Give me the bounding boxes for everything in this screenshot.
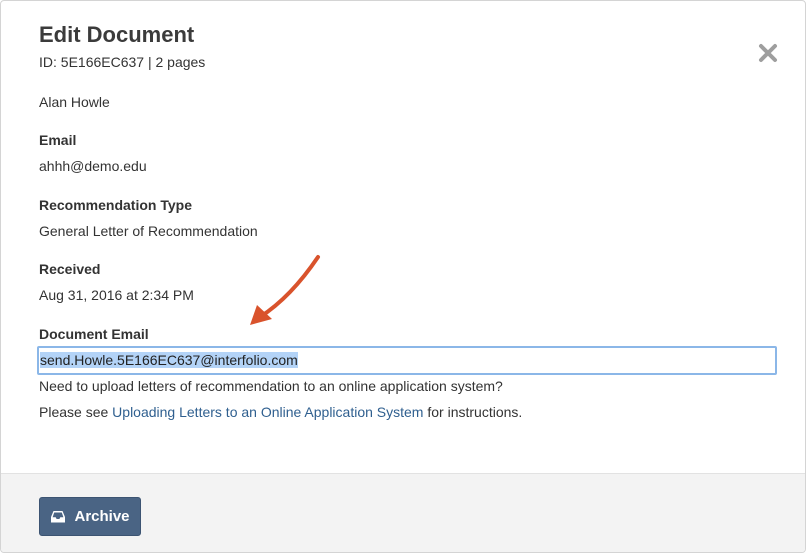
inbox-icon [50,510,66,524]
document-meta: ID: 5E166EC637 | 2 pages [39,54,206,70]
red-arrow-annotation [250,255,320,325]
uploading-letters-link[interactable]: Uploading Letters to an Online Applicati… [112,404,423,420]
received-value: Aug 31, 2016 at 2:34 PM [39,287,194,303]
close-button[interactable] [758,43,778,63]
modal-title: Edit Document [39,22,195,47]
modal-footer: Archive [1,473,805,552]
archive-button[interactable]: Archive [39,497,141,536]
recommendation-type-label: Recommendation Type [39,197,192,213]
help-question: Need to upload letters of recommendation… [39,378,503,394]
help-please-see: Please see [39,404,113,420]
recommendation-type-value: General Letter of Recommendation [39,223,258,239]
document-email-field[interactable]: send.Howle.5E166EC637@interfolio.com [37,346,777,375]
help-instructions: Please see Uploading Letters to an Onlin… [39,403,522,421]
email-label: Email [39,132,77,148]
edit-document-modal: Edit Document ID: 5E166EC637 | 2 pages A… [0,0,806,553]
document-email-label: Document Email [39,326,149,342]
recommender-name: Alan Howle [39,94,110,110]
document-email-value: send.Howle.5E166EC637@interfolio.com [40,352,298,368]
archive-button-label: Archive [74,508,130,525]
close-icon [759,44,777,62]
email-value: ahhh@demo.edu [39,158,147,174]
help-suffix: for instructions. [423,404,523,420]
modal-header: Edit Document ID: 5E166EC637 | 2 pages [39,21,205,71]
received-label: Received [39,261,101,277]
